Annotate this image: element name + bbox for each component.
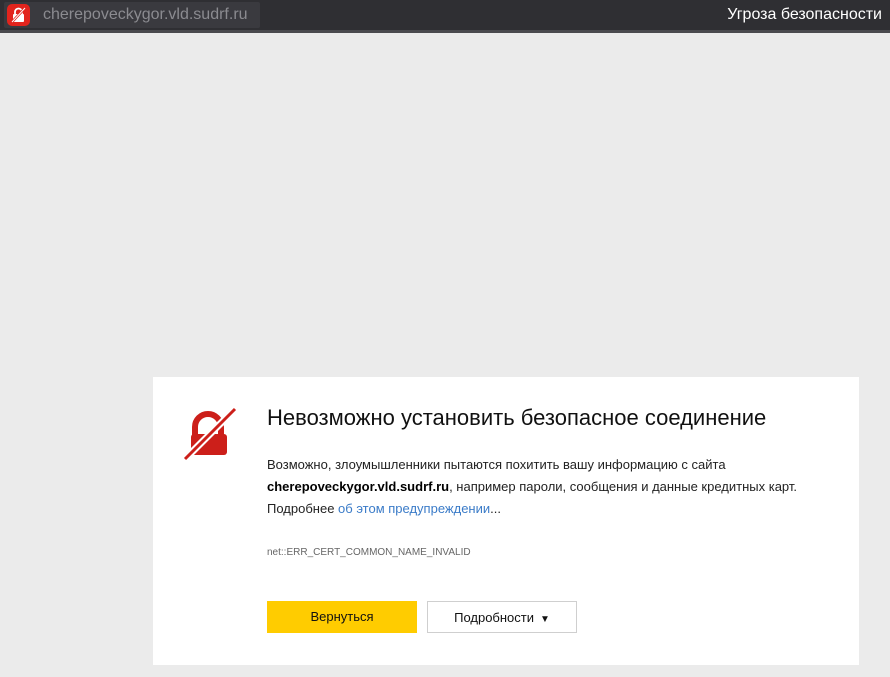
security-shield-button[interactable] <box>7 4 30 26</box>
details-button-label: Подробности <box>454 610 534 625</box>
warning-card: Невозможно установить безопасное соедине… <box>153 377 859 665</box>
site-name: cherepoveckygor.vld.sudrf.ru <box>267 479 450 494</box>
caret-down-icon: ▼ <box>540 614 550 625</box>
broken-padlock-icon <box>183 407 237 461</box>
desc-text-1: Возможно, злоумышленники пытаются похити… <box>267 457 726 472</box>
browser-topbar: cherepoveckygor.vld.sudrf.ru Угроза безо… <box>0 0 890 33</box>
security-threat-label[interactable]: Угроза безопасности <box>727 4 882 26</box>
address-url[interactable]: cherepoveckygor.vld.sudrf.ru <box>43 4 248 26</box>
error-code: net::ERR_CERT_COMMON_NAME_INVALID <box>267 547 471 558</box>
desc-ellipsis: ... <box>490 501 501 516</box>
back-button[interactable]: Вернуться <box>267 601 417 633</box>
warning-title: Невозможно установить безопасное соедине… <box>267 405 767 430</box>
warning-description: Возможно, злоумышленники пытаются похити… <box>267 454 827 520</box>
learn-more-link[interactable]: об этом предупреждении <box>338 501 490 516</box>
broken-lock-icon <box>11 7 26 23</box>
details-button[interactable]: Подробности ▼ <box>427 601 577 633</box>
